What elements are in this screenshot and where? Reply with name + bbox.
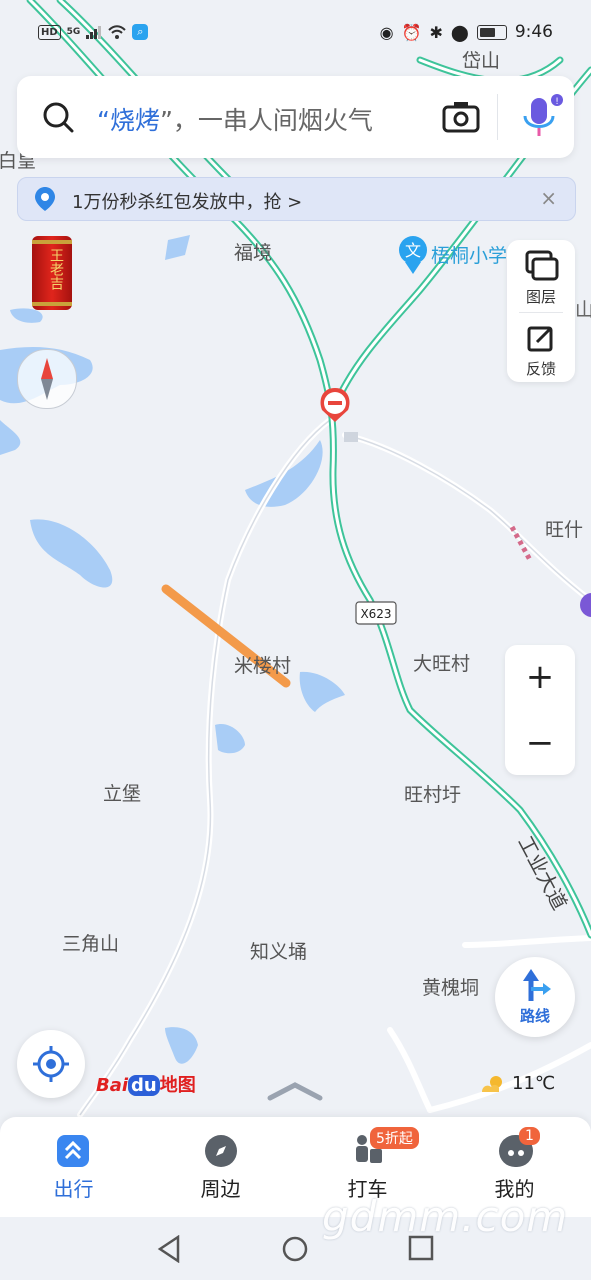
mine-notification-badge: 1	[519, 1127, 540, 1145]
search-placeholder[interactable]: “烧烤”，一串人间烟火气	[97, 101, 373, 137]
label-wangshi: 旺什	[545, 519, 584, 541]
feedback-button[interactable]: 反馈	[507, 324, 575, 379]
watermark: gdmm.com	[322, 1192, 569, 1241]
feedback-icon	[527, 326, 553, 352]
svg-text:!: !	[555, 97, 559, 107]
location-pin-icon	[35, 187, 55, 211]
side-divider	[519, 312, 563, 313]
search-quote-open: “	[97, 106, 110, 135]
signal-icon	[86, 26, 102, 39]
my-location-button[interactable]	[17, 1030, 85, 1098]
camera-icon[interactable]	[442, 100, 480, 134]
status-bar: HD 5G ⌕ ◉ ⏰ ✱ ⬤ 9:46	[0, 0, 591, 66]
label-zhiyiyong: 知义埇	[250, 941, 308, 963]
search-keyword: 烧烤	[109, 106, 160, 135]
chevron-up-icon[interactable]	[266, 1080, 324, 1102]
promo-close-button[interactable]: ×	[540, 186, 557, 210]
battery-icon	[476, 24, 507, 40]
label-fujing: 福境	[234, 242, 273, 264]
location-icon: ⬤	[450, 22, 469, 42]
app-notification-icon: ⌕	[132, 24, 149, 40]
tab-nearby[interactable]: 周边	[147, 1117, 294, 1217]
promo-can-text: 王老吉	[48, 248, 64, 290]
home-nav-icon[interactable]	[281, 1235, 309, 1263]
pedestrian-crossing-icon	[344, 432, 358, 442]
status-right: ◉ ⏰ ✱ ⬤ 9:46	[380, 22, 553, 42]
label-huanghuaidong: 黄槐垌	[422, 977, 480, 999]
search-bar[interactable]: “烧烤”，一串人间烟火气 !	[17, 76, 574, 158]
feedback-label: 反馈	[525, 360, 556, 378]
road-shield-x623: X623	[355, 601, 397, 625]
logo-bai: Bai	[96, 1075, 129, 1096]
weather-widget[interactable]: 11℃	[480, 1073, 555, 1094]
label-milou: 米楼村	[234, 655, 292, 677]
trip-icon	[57, 1135, 89, 1167]
label-dawang: 大旺村	[413, 653, 471, 675]
label-shan-edge: 山	[575, 299, 591, 321]
promo-can-ad[interactable]: 王老吉	[32, 236, 72, 310]
back-nav-icon[interactable]	[156, 1235, 182, 1263]
bluetooth-icon: ✱	[429, 22, 443, 42]
zoom-in-button[interactable]: +	[505, 660, 575, 694]
crosshair-icon	[33, 1046, 69, 1082]
status-left: HD 5G ⌕	[38, 24, 149, 40]
svg-text:X623: X623	[360, 607, 391, 621]
tab-trip[interactable]: 出行	[0, 1117, 147, 1217]
layers-button[interactable]: 图层	[507, 250, 575, 307]
partly-cloudy-icon	[482, 1075, 502, 1092]
svg-text:文: 文	[405, 241, 421, 260]
logo-ditu: 地图	[159, 1075, 196, 1096]
label-libao: 立堡	[103, 783, 142, 805]
taxi-discount-badge: 5折起	[370, 1127, 419, 1149]
logo-du: du	[128, 1075, 160, 1096]
route-button[interactable]: 路线	[495, 957, 575, 1037]
label-wangcunxu: 旺村圩	[404, 784, 462, 806]
nfc-icon: ◉	[379, 22, 394, 42]
route-arrow-icon	[523, 969, 551, 1001]
label-wutong-school[interactable]: 梧桐小学	[431, 241, 507, 268]
map-tools-panel: 图层 反馈	[507, 240, 575, 382]
weather-temp: 11℃	[512, 1073, 556, 1094]
voice-assistant-icon[interactable]: !	[515, 92, 565, 142]
zoom-out-button[interactable]: −	[505, 726, 575, 760]
clock: 9:46	[514, 22, 553, 42]
compass-nav-icon	[205, 1135, 237, 1167]
promo-banner[interactable]: 1万份秒杀红包发放中，抢 > ×	[17, 177, 576, 221]
layers-label: 图层	[525, 288, 556, 306]
promo-text[interactable]: 1万份秒杀红包发放中，抢 >	[72, 188, 302, 214]
compass-button[interactable]	[17, 349, 77, 409]
route-label: 路线	[519, 1007, 550, 1025]
compass-icon	[41, 358, 53, 400]
network-type: 5G	[66, 27, 81, 37]
label-sanjiaoshan: 三角山	[62, 933, 120, 955]
layers-icon	[525, 250, 559, 281]
baidu-map-logo: Bai du 地图	[96, 1071, 196, 1097]
search-suffix: ”，一串人间烟火气	[159, 106, 373, 135]
tab-trip-label: 出行	[53, 1177, 94, 1201]
search-divider	[497, 94, 498, 140]
search-icon[interactable]	[41, 100, 75, 134]
wifi-icon	[108, 25, 127, 39]
tab-nearby-label: 周边	[200, 1177, 241, 1201]
zoom-controls: + −	[505, 645, 575, 775]
hd-indicator: HD	[38, 24, 61, 40]
alarm-icon: ⏰	[401, 22, 422, 42]
